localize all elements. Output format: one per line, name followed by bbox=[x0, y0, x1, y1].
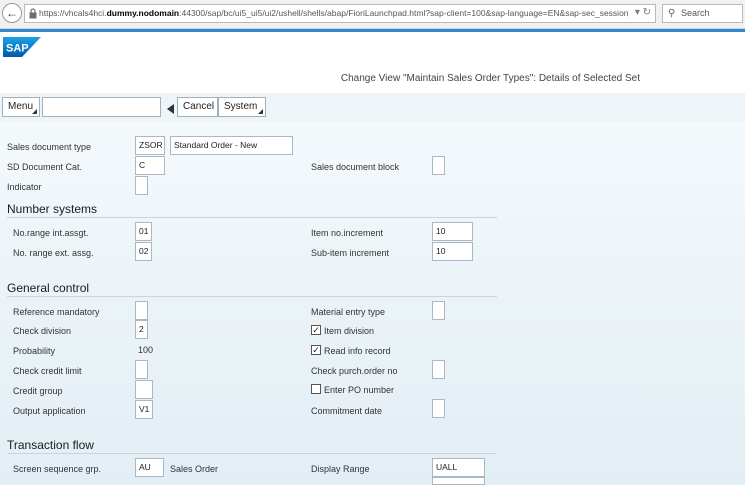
command-field[interactable] bbox=[42, 97, 161, 117]
probability-value: 100 bbox=[138, 345, 154, 355]
check-credit-limit-field[interactable] bbox=[135, 360, 148, 379]
sales-doc-type-field[interactable]: ZSOR bbox=[135, 136, 165, 155]
dropdown-corner-icon bbox=[258, 109, 263, 114]
check-purch-order-label: Check purch.order no bbox=[311, 366, 398, 376]
credit-group-label: Credit group bbox=[13, 386, 63, 396]
sap-logo[interactable]: SAP bbox=[3, 37, 41, 57]
cancel-button[interactable]: Cancel bbox=[177, 97, 218, 117]
material-entry-type-field[interactable] bbox=[432, 301, 445, 320]
commitment-date-field[interactable] bbox=[432, 399, 445, 418]
output-application-field[interactable]: V1 bbox=[135, 400, 153, 419]
enter-po-number-checkbox[interactable] bbox=[311, 384, 321, 394]
transaction-flow-heading: Transaction flow bbox=[7, 438, 94, 452]
screen-sequence-field[interactable]: AU bbox=[135, 458, 164, 477]
sales-doc-type-label: Sales document type bbox=[7, 142, 92, 152]
sub-item-increment-field[interactable]: 10 bbox=[432, 242, 473, 261]
indicator-field[interactable] bbox=[135, 176, 148, 195]
search-icon: ⚲ bbox=[668, 8, 676, 19]
expand-left-icon[interactable] bbox=[167, 104, 174, 114]
browser-toolbar: ← https://vhcals4hci.dummy.nodomain:4430… bbox=[0, 0, 745, 29]
dropdown-reload-icons[interactable]: ▾ ↻ bbox=[635, 7, 651, 18]
sub-item-increment-label: Sub-item increment bbox=[311, 248, 390, 258]
item-division-label: Item division bbox=[324, 326, 375, 336]
section-divider bbox=[7, 296, 497, 297]
section-divider bbox=[7, 217, 497, 218]
check-division-label: Check division bbox=[13, 326, 72, 336]
menu-button[interactable]: Menu bbox=[2, 97, 40, 117]
lock-icon bbox=[29, 8, 37, 19]
screen-sequence-description: Sales Order bbox=[170, 464, 219, 474]
screen-sequence-label: Screen sequence grp. bbox=[13, 464, 102, 474]
next-row-field[interactable] bbox=[432, 477, 485, 485]
dropdown-corner-icon bbox=[32, 109, 37, 114]
no-range-int-field[interactable]: 01 bbox=[135, 222, 152, 241]
back-arrow-icon[interactable]: ← bbox=[2, 3, 22, 23]
sd-doc-cat-label: SD Document Cat. bbox=[7, 162, 83, 172]
cancel-button-label: Cancel bbox=[183, 101, 215, 112]
item-no-increment-field[interactable]: 10 bbox=[432, 222, 473, 241]
url-text: https://vhcals4hci.dummy.nodomain:44300/… bbox=[39, 8, 629, 18]
item-division-checkbox[interactable]: ✓ bbox=[311, 325, 321, 335]
item-no-increment-label: Item no.increment bbox=[311, 228, 384, 238]
indicator-label: Indicator bbox=[7, 182, 42, 192]
reference-mandatory-field[interactable] bbox=[135, 301, 148, 320]
browser-search-box[interactable]: ⚲ Search bbox=[662, 4, 743, 23]
system-button-label: System bbox=[224, 101, 258, 112]
content-area bbox=[0, 121, 745, 485]
shell-header: SAP Change View "Maintain Sales Order Ty… bbox=[0, 32, 745, 88]
read-info-record-checkbox[interactable]: ✓ bbox=[311, 345, 321, 355]
check-credit-limit-label: Check credit limit bbox=[13, 366, 82, 376]
credit-group-field[interactable] bbox=[135, 380, 153, 399]
section-divider bbox=[7, 453, 497, 454]
sales-doc-block-field[interactable] bbox=[432, 156, 445, 175]
enter-po-number-label: Enter PO number bbox=[324, 385, 395, 395]
number-systems-heading: Number systems bbox=[7, 202, 98, 216]
no-range-int-label: No.range int.assgt. bbox=[13, 228, 89, 238]
display-range-field[interactable]: UALL bbox=[432, 458, 485, 477]
commitment-date-label: Commitment date bbox=[311, 406, 383, 416]
sales-doc-type-description: Standard Order - New bbox=[170, 136, 293, 155]
read-info-record-label: Read info record bbox=[324, 346, 391, 356]
general-control-heading: General control bbox=[7, 281, 90, 295]
system-button[interactable]: System bbox=[218, 97, 266, 117]
search-placeholder: Search bbox=[681, 8, 710, 18]
display-range-label: Display Range bbox=[311, 464, 370, 474]
material-entry-type-label: Material entry type bbox=[311, 307, 386, 317]
check-division-field[interactable]: 2 bbox=[135, 320, 148, 339]
output-application-label: Output application bbox=[13, 406, 86, 416]
no-range-ext-field[interactable]: 02 bbox=[135, 242, 152, 261]
address-bar[interactable]: https://vhcals4hci.dummy.nodomain:44300/… bbox=[24, 4, 656, 23]
menu-button-label: Menu bbox=[8, 101, 34, 112]
svg-text:SAP: SAP bbox=[6, 43, 29, 55]
no-range-ext-label: No. range ext. assg. bbox=[13, 248, 94, 258]
sd-doc-cat-field[interactable]: C bbox=[135, 156, 165, 175]
probability-label: Probability bbox=[13, 346, 56, 356]
sales-doc-block-label: Sales document block bbox=[311, 162, 400, 172]
reference-mandatory-label: Reference mandatory bbox=[13, 307, 100, 317]
check-purch-order-field[interactable] bbox=[432, 360, 445, 379]
page-title: Change View "Maintain Sales Order Types"… bbox=[340, 73, 640, 84]
